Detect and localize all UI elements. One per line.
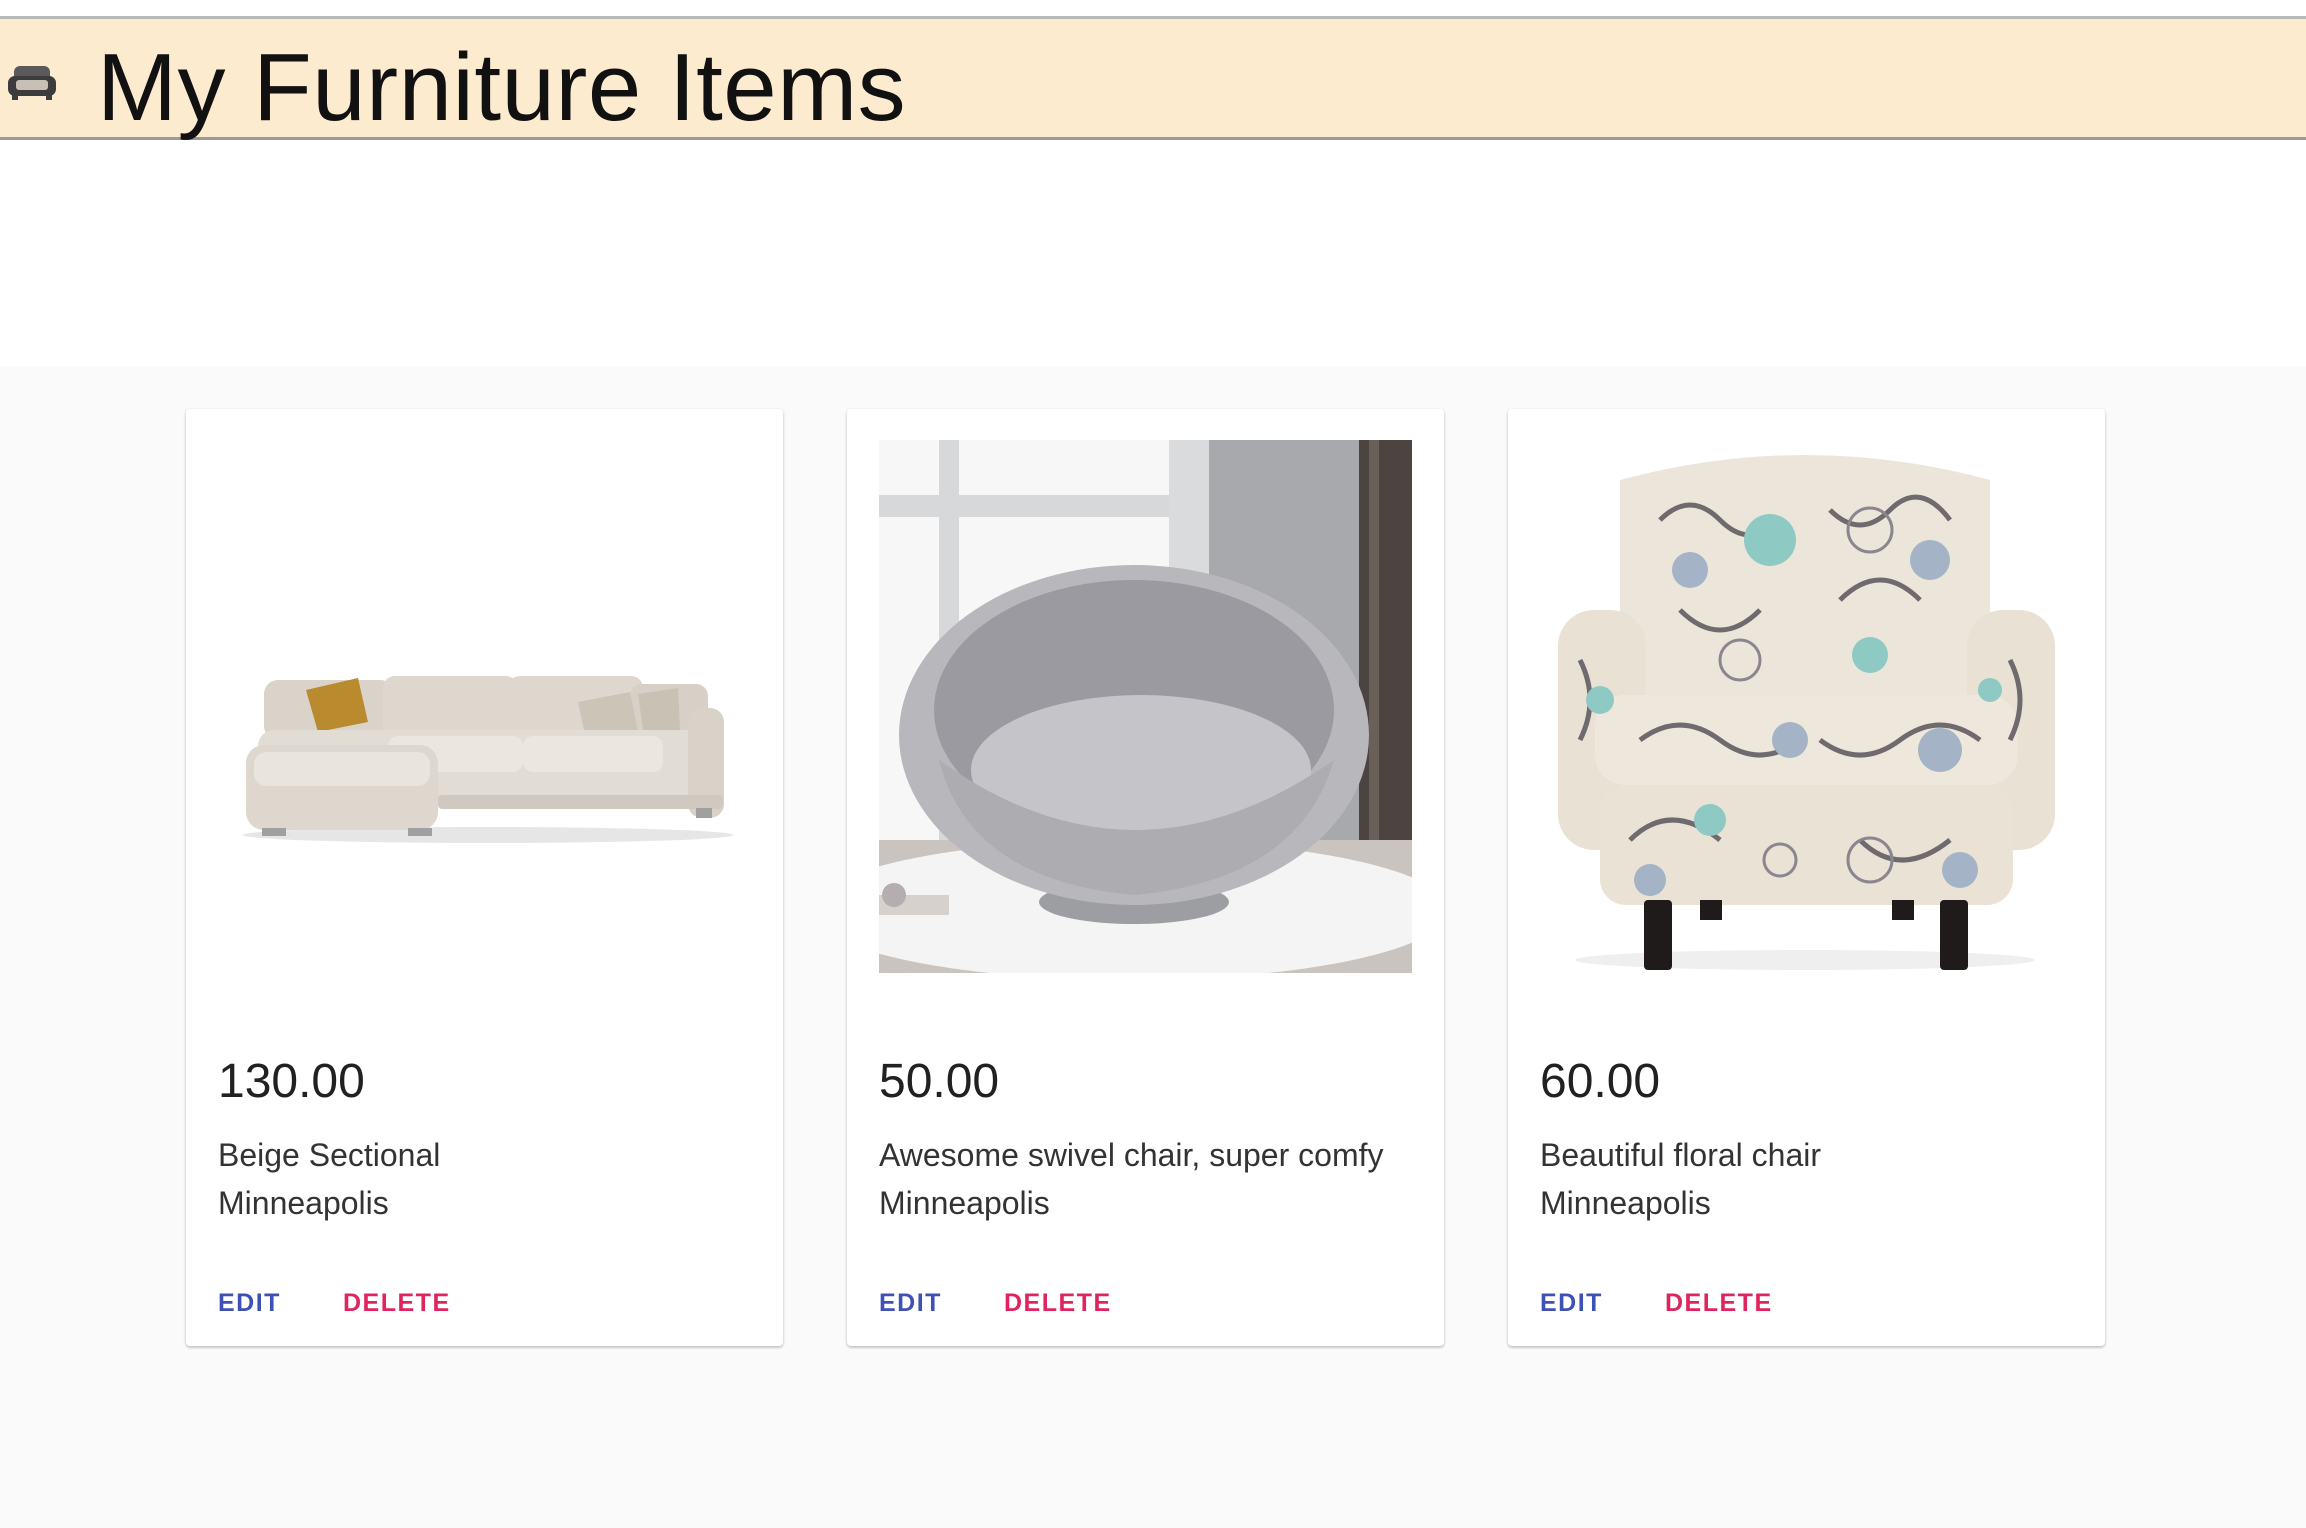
item-image bbox=[1540, 440, 2073, 973]
item-description: Beige Sectional bbox=[218, 1137, 441, 1173]
delete-button[interactable]: DELETE bbox=[323, 1275, 471, 1331]
delete-button[interactable]: DELETE bbox=[1645, 1275, 1793, 1331]
edit-button[interactable]: EDIT bbox=[198, 1275, 301, 1331]
item-price: 60.00 bbox=[1540, 1055, 1661, 1108]
app-header: My Furniture Items bbox=[0, 19, 2306, 141]
window-top-edge bbox=[0, 0, 2306, 20]
item-card: 50.00 Awesome swivel chair, super comfy … bbox=[847, 409, 1444, 1346]
page-title: My Furniture Items bbox=[97, 34, 907, 141]
header-spacer bbox=[0, 140, 2306, 366]
item-price: 130.00 bbox=[218, 1055, 365, 1108]
item-description: Awesome swivel chair, super comfy bbox=[879, 1137, 1384, 1173]
item-image bbox=[879, 440, 1412, 973]
item-location: Minneapolis bbox=[218, 1185, 389, 1221]
floral-armchair-image bbox=[1540, 440, 2073, 973]
item-location: Minneapolis bbox=[1540, 1185, 1711, 1221]
item-price: 50.00 bbox=[879, 1055, 1000, 1108]
sofa-icon bbox=[6, 62, 58, 102]
item-card: 60.00 Beautiful floral chair Minneapolis… bbox=[1508, 409, 2105, 1346]
edit-button[interactable]: EDIT bbox=[1520, 1275, 1623, 1331]
delete-button[interactable]: DELETE bbox=[984, 1275, 1132, 1331]
edit-button[interactable]: EDIT bbox=[859, 1275, 962, 1331]
grey-swivel-chair-image bbox=[879, 440, 1412, 973]
item-description: Beautiful floral chair bbox=[1540, 1137, 1822, 1173]
item-location: Minneapolis bbox=[879, 1185, 1050, 1221]
beige-sectional-sofa-image bbox=[218, 440, 751, 973]
item-image bbox=[218, 440, 751, 973]
item-card: 130.00 Beige Sectional Minneapolis EDIT … bbox=[186, 409, 783, 1346]
